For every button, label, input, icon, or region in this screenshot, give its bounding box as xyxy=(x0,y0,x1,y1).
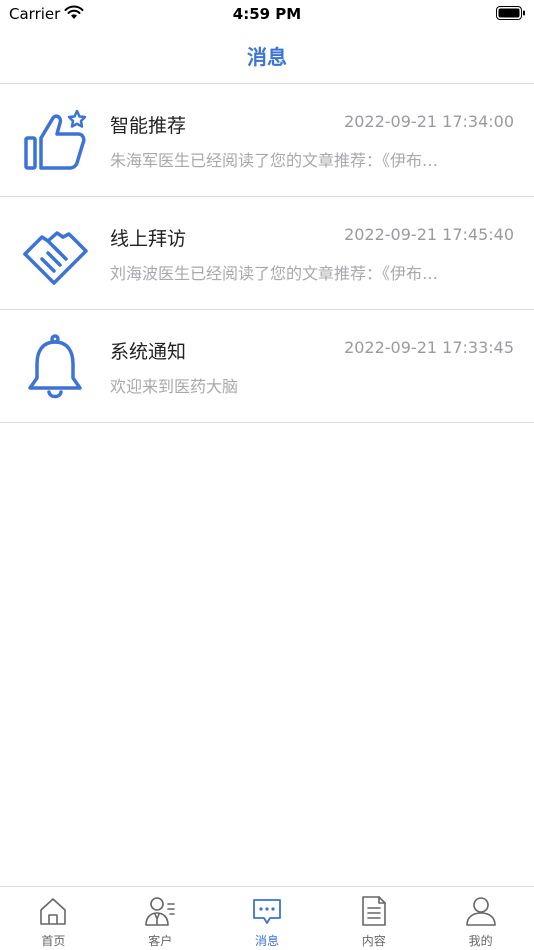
tab-label: 客户 xyxy=(148,934,173,948)
message-title: 智能推荐 xyxy=(110,115,187,137)
tab-messages[interactable]: 消息 xyxy=(214,887,321,950)
message-preview: 朱海军医生已经阅读了您的文章推荐：《伊布… xyxy=(110,151,439,170)
nav-bar: 消息 xyxy=(0,28,534,84)
tab-customer[interactable]: 客户 xyxy=(107,887,214,950)
tab-home[interactable]: 首页 xyxy=(0,887,107,950)
page-title: 消息 xyxy=(247,45,287,69)
message-preview: 刘海波医生已经阅读了您的文章推荐：《伊布… xyxy=(110,264,439,283)
tab-label: 消息 xyxy=(254,934,279,948)
message-time: 2022-09-21 17:33:45 xyxy=(344,338,514,357)
message-item-system-notice[interactable]: 系统通知 2022-09-21 17:33:45 欢迎来到医药大脑 xyxy=(0,310,534,423)
message-title: 系统通知 xyxy=(110,341,187,363)
message-title: 线上拜访 xyxy=(110,228,187,250)
clock: 4:59 PM xyxy=(232,5,302,23)
message-item-smart-recommend[interactable]: 智能推荐 2022-09-21 17:34:00 朱海军医生已经阅读了您的文章推… xyxy=(0,84,534,197)
status-bar: Carrier 4:59 PM xyxy=(0,0,534,28)
handshake-icon xyxy=(20,219,90,289)
tab-profile[interactable]: 我的 xyxy=(427,887,534,950)
tab-content[interactable]: 内容 xyxy=(320,887,427,950)
tab-label: 首页 xyxy=(41,934,66,948)
message-list: 智能推荐 2022-09-21 17:34:00 朱海军医生已经阅读了您的文章推… xyxy=(0,84,534,423)
message-item-online-visit[interactable]: 线上拜访 2022-09-21 17:45:40 刘海波医生已经阅读了您的文章推… xyxy=(0,197,534,310)
bell-icon xyxy=(20,332,90,402)
message-preview: 欢迎来到医药大脑 xyxy=(110,377,239,396)
document-icon xyxy=(361,896,386,926)
customer-icon xyxy=(145,897,175,926)
tab-label: 我的 xyxy=(468,934,493,948)
message-time: 2022-09-21 17:34:00 xyxy=(344,112,514,131)
message-time: 2022-09-21 17:45:40 xyxy=(344,225,514,244)
profile-icon xyxy=(465,897,496,926)
tab-label: 内容 xyxy=(361,934,386,948)
tab-bar: 首页 客户 消息 内容 我的 xyxy=(0,886,534,950)
battery-icon xyxy=(496,6,525,20)
thumbs-up-star-icon xyxy=(20,106,90,176)
message-icon xyxy=(253,899,281,924)
home-icon xyxy=(40,898,67,925)
